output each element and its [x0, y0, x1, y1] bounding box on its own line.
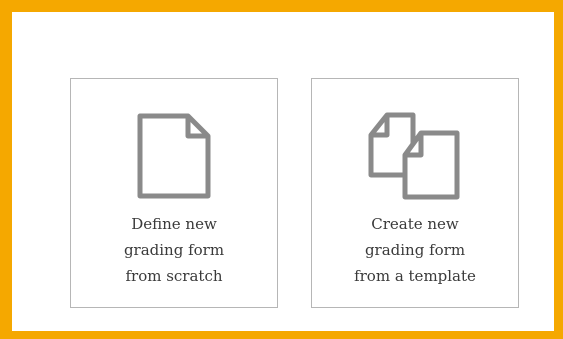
option-label-line: grading form [364, 241, 466, 259]
option-label: Create new grading form from a template [312, 211, 518, 289]
document-icon [137, 113, 211, 199]
create-from-template-option[interactable]: Create new grading form from a template [311, 78, 519, 308]
option-label-line: grading form [123, 241, 225, 259]
option-label-line: Define new [131, 215, 217, 233]
define-from-scratch-option[interactable]: Define new grading form from scratch [70, 78, 278, 308]
option-label: Define new grading form from scratch [71, 211, 277, 289]
option-label-line: from a template [354, 267, 476, 285]
option-label-line: from scratch [125, 267, 223, 285]
option-label-line: Create new [371, 215, 459, 233]
copy-documents-icon [368, 112, 460, 200]
